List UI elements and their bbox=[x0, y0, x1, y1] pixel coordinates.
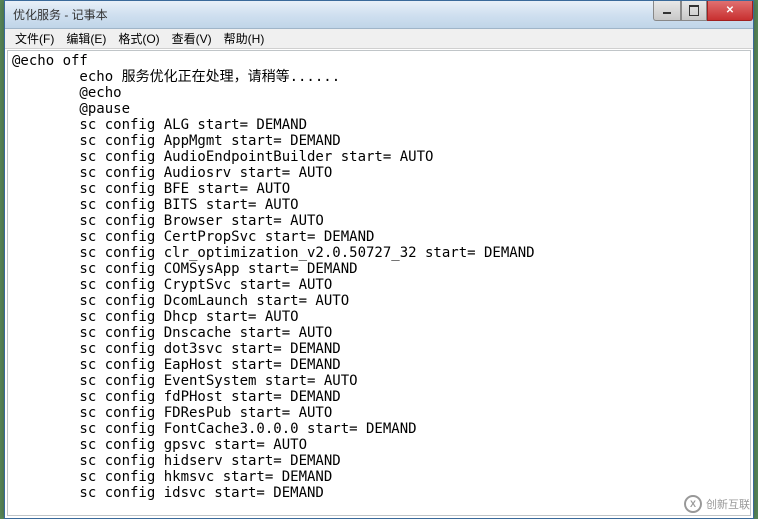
content-area: @echo off echo 服务优化正在处理，请稍等...... @echo … bbox=[7, 50, 751, 516]
notepad-window: 优化服务 - 记事本 文件(F) 编辑(E) 格式(O) 查看(V) 帮助(H)… bbox=[4, 0, 754, 519]
close-button[interactable] bbox=[707, 1, 753, 21]
menu-view[interactable]: 查看(V) bbox=[166, 28, 218, 49]
titlebar[interactable]: 优化服务 - 记事本 bbox=[5, 1, 753, 29]
window-title: 优化服务 - 记事本 bbox=[13, 6, 108, 23]
menu-help[interactable]: 帮助(H) bbox=[218, 28, 271, 49]
minimize-button[interactable] bbox=[653, 1, 681, 21]
menu-edit[interactable]: 编辑(E) bbox=[60, 28, 112, 49]
menubar: 文件(F) 编辑(E) 格式(O) 查看(V) 帮助(H) bbox=[5, 29, 753, 49]
menu-format[interactable]: 格式(O) bbox=[112, 28, 165, 49]
window-controls bbox=[653, 1, 753, 21]
menu-file[interactable]: 文件(F) bbox=[9, 28, 60, 49]
text-content[interactable]: @echo off echo 服务优化正在处理，请稍等...... @echo … bbox=[8, 51, 750, 515]
maximize-button[interactable] bbox=[681, 1, 707, 21]
